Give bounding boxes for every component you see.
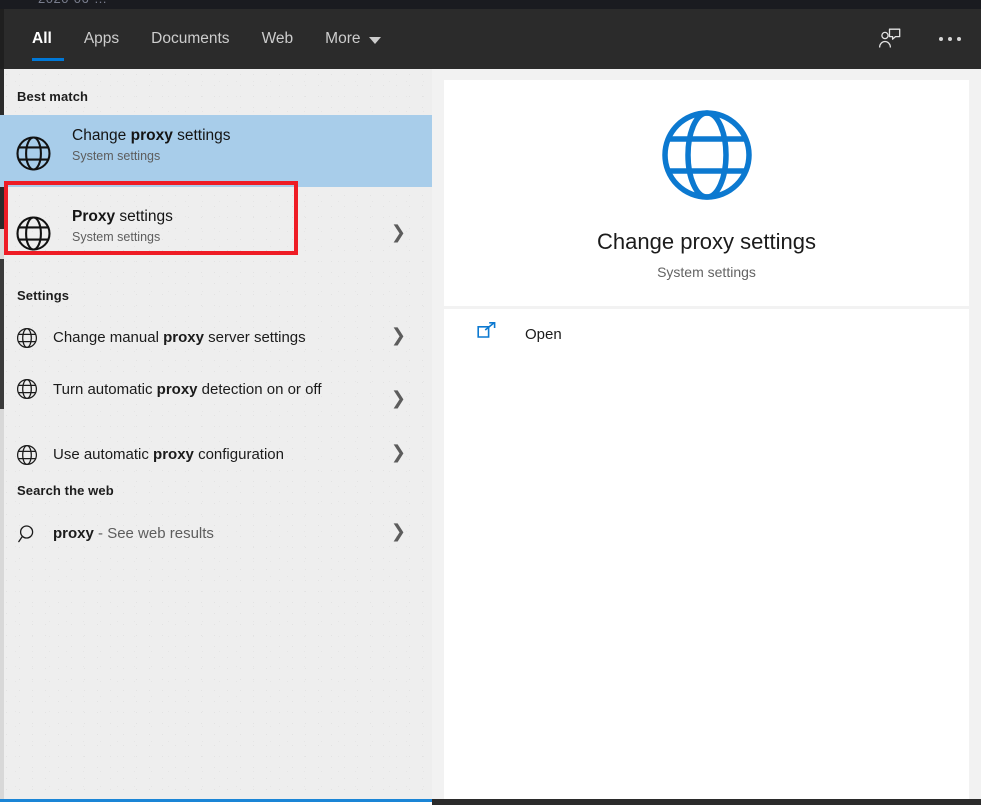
desktop-background-strip: 2020-06-…: [0, 0, 981, 9]
globe-icon: [16, 327, 38, 354]
chevron-right-icon[interactable]: ❯: [391, 327, 406, 345]
result-title-suffix: settings: [172, 127, 231, 144]
web-search-query: proxy: [53, 525, 94, 542]
tab-documents[interactable]: Documents: [135, 9, 245, 69]
tab-all-label: All: [32, 30, 52, 47]
chevron-right-icon[interactable]: ❯: [391, 390, 406, 408]
globe-icon: [15, 215, 52, 252]
header-actions: [869, 9, 971, 69]
tab-documents-label: Documents: [151, 30, 230, 47]
feedback-person-icon: [878, 28, 901, 48]
tab-apps[interactable]: Apps: [68, 9, 135, 69]
tab-more-label: More: [325, 30, 361, 47]
preview-title: Change proxy settings: [597, 228, 816, 254]
header-left-edge: [0, 9, 4, 69]
result-item-text: Change proxy settings System settings: [72, 126, 231, 165]
web-search-label: proxy - See web results: [53, 522, 363, 545]
ellipsis-icon: [939, 37, 961, 41]
more-options-button[interactable]: [929, 18, 971, 60]
chevron-right-icon[interactable]: ❯: [391, 224, 406, 242]
setting-label-prefix: Change manual: [53, 329, 164, 346]
preview-panel: Change proxy settings System settings Op…: [432, 69, 981, 799]
section-label-best-match: Best match: [17, 89, 89, 104]
result-title-match: proxy: [130, 127, 173, 144]
open-action-label: Open: [525, 325, 562, 343]
desktop-ghost-text: 2020-06-…: [38, 0, 108, 6]
tab-web-label: Web: [261, 30, 294, 47]
open-external-icon: [476, 321, 497, 347]
tab-more[interactable]: More: [309, 9, 397, 69]
open-action-button[interactable]: Open: [444, 321, 562, 347]
search-header: All Apps Documents Web More: [0, 9, 981, 69]
setting-item-label: Use automatic proxy configuration: [53, 443, 363, 466]
result-item-title: Proxy settings: [72, 208, 173, 225]
setting-item-turn-automatic-proxy-detection[interactable]: Turn automatic proxy detection on or off…: [0, 369, 432, 431]
tab-web[interactable]: Web: [246, 9, 310, 69]
section-label-settings: Settings: [17, 288, 70, 303]
preview-empty-area: [444, 359, 969, 799]
globe-icon: [16, 444, 38, 471]
setting-label-prefix: Turn automatic: [53, 381, 157, 398]
result-title-prefix: Change: [72, 127, 131, 144]
windows-search-flyout: 2020-06-… All Apps Documents Web More: [0, 0, 981, 805]
result-item-change-proxy-settings[interactable]: Change proxy settings System settings: [0, 115, 432, 187]
search-results-panel: Best match Change proxy settings System …: [0, 69, 432, 799]
setting-label-suffix: configuration: [193, 446, 284, 463]
setting-label-match: proxy: [163, 329, 204, 346]
web-search-item-proxy[interactable]: proxy - See web results ❯: [0, 513, 432, 557]
result-item-proxy-settings[interactable]: Proxy settings System settings ❯: [0, 197, 432, 267]
globe-icon: [15, 135, 52, 172]
tab-active-indicator: [32, 58, 64, 61]
globe-icon-blue: [659, 107, 755, 208]
preview-subtitle: System settings: [657, 263, 756, 280]
setting-item-label: Change manual proxy server settings: [53, 326, 363, 349]
result-item-subtitle: System settings: [72, 230, 161, 244]
setting-label-suffix: detection on or off: [197, 381, 322, 398]
setting-item-change-manual-proxy-server-settings[interactable]: Change manual proxy server settings ❯: [0, 316, 432, 360]
preview-actions: Open: [444, 309, 969, 359]
section-label-search-the-web: Search the web: [17, 483, 114, 498]
window-bottom-edge: [432, 799, 981, 805]
setting-item-label: Turn automatic proxy detection on or off: [53, 377, 353, 402]
result-item-text: Proxy settings System settings: [72, 207, 173, 246]
chevron-down-icon: [369, 36, 382, 44]
panel-bottom-accent: [0, 799, 432, 802]
globe-icon: [16, 378, 38, 405]
chevron-right-icon[interactable]: ❯: [391, 444, 406, 462]
tab-all[interactable]: All: [16, 9, 68, 69]
result-title-suffix: settings: [115, 208, 173, 225]
result-item-title: Change proxy settings: [72, 127, 231, 144]
setting-label-match: proxy: [153, 446, 194, 463]
setting-label-match: proxy: [156, 381, 198, 398]
result-title-match: Proxy: [72, 208, 116, 225]
result-item-subtitle: System settings: [72, 149, 161, 163]
web-search-suffix: - See web results: [93, 525, 214, 542]
setting-label-prefix: Use automatic: [53, 446, 154, 463]
preview-card: Change proxy settings System settings: [444, 80, 969, 306]
tab-apps-label: Apps: [83, 30, 120, 47]
chevron-right-icon[interactable]: ❯: [391, 523, 406, 541]
setting-item-use-automatic-proxy-configuration[interactable]: Use automatic proxy configuration ❯: [0, 433, 432, 477]
search-filter-tabs: All Apps Documents Web More: [16, 9, 397, 69]
search-magnifier-icon: [17, 523, 39, 550]
setting-label-suffix: server settings: [203, 329, 306, 346]
feedback-button[interactable]: [869, 18, 911, 60]
